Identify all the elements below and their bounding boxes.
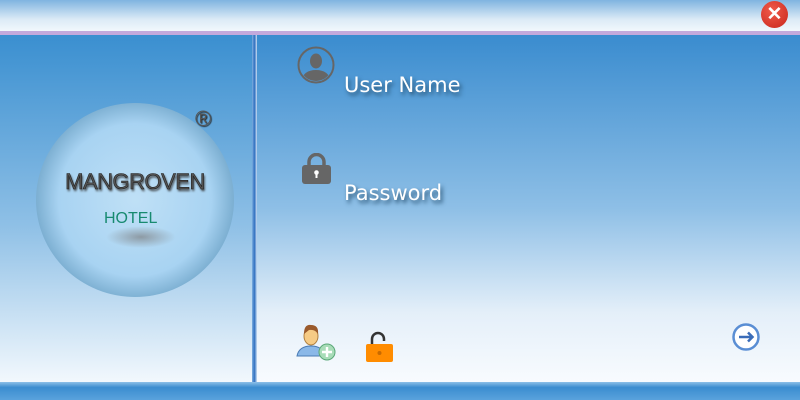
- login-arrow-button[interactable]: [731, 322, 761, 352]
- user-icon: [297, 46, 335, 84]
- unlock-button[interactable]: [364, 331, 394, 363]
- brand-name: MANGROVEN: [65, 169, 206, 195]
- bottom-bar: [0, 382, 800, 400]
- logo-circle: [36, 103, 234, 297]
- add-user-button[interactable]: [296, 322, 338, 362]
- login-panel: [257, 35, 800, 382]
- lock-icon: [302, 153, 331, 184]
- brand-subtitle: HOTEL: [104, 210, 158, 227]
- registered-mark: ®: [195, 106, 212, 131]
- close-button[interactable]: ✕: [761, 1, 788, 28]
- logo-shadow: [106, 226, 176, 248]
- title-bar: [0, 0, 800, 32]
- password-label: Password: [344, 181, 443, 205]
- username-label: User Name: [344, 73, 461, 97]
